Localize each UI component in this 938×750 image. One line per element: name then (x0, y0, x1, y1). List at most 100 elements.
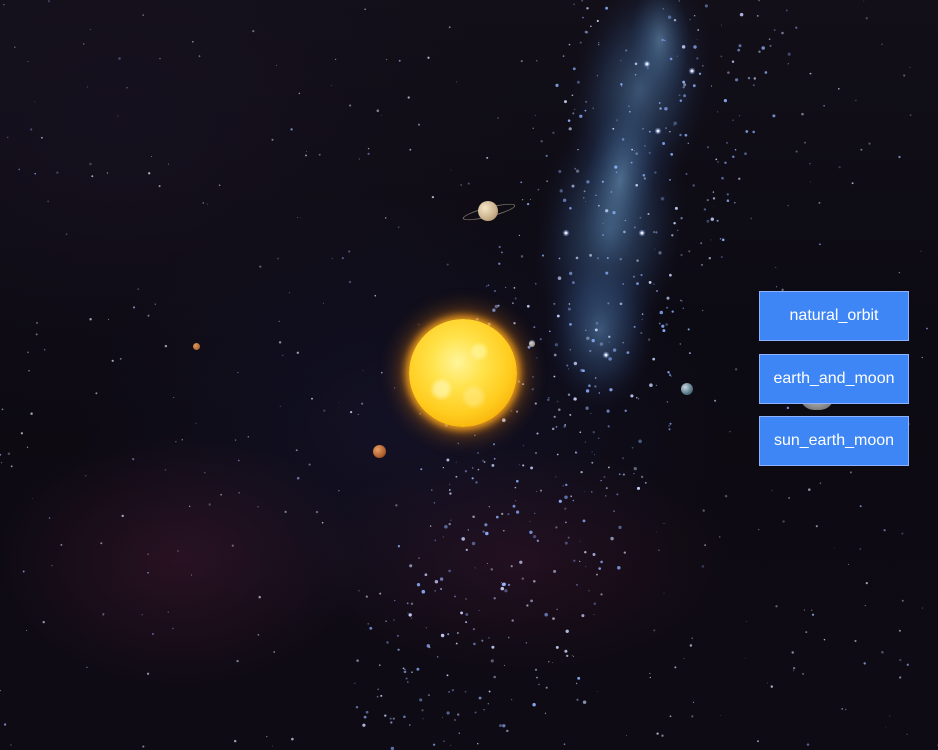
star (734, 78, 739, 82)
star (558, 408, 561, 411)
star (330, 84, 333, 87)
star (117, 115, 119, 117)
star (487, 703, 489, 705)
planet-icon[interactable] (193, 343, 200, 350)
star (664, 39, 666, 42)
star (670, 375, 672, 377)
star (338, 490, 340, 492)
star (631, 446, 634, 449)
star (564, 231, 568, 235)
star (467, 182, 470, 185)
star (419, 412, 422, 415)
star (644, 145, 646, 147)
star (668, 178, 672, 181)
star (649, 672, 651, 674)
star (586, 336, 590, 341)
natural-orbit-button[interactable]: natural_orbit (759, 291, 909, 341)
star (648, 151, 651, 155)
star (10, 744, 12, 746)
planet-icon[interactable] (373, 445, 386, 458)
star (534, 114, 537, 116)
star (357, 413, 360, 416)
star (545, 154, 548, 158)
star (545, 686, 548, 689)
star (276, 64, 278, 66)
star (448, 690, 451, 693)
star (483, 709, 485, 711)
star (192, 40, 194, 43)
star (579, 431, 582, 434)
star (448, 26, 451, 29)
star (634, 62, 638, 66)
planet-icon[interactable] (529, 341, 535, 347)
star (478, 696, 482, 700)
ringed-planet-icon[interactable] (478, 201, 498, 221)
star (581, 614, 585, 618)
star (207, 203, 209, 205)
star (89, 162, 92, 166)
star (599, 342, 604, 346)
star (455, 461, 457, 463)
star (622, 473, 625, 476)
star (552, 662, 554, 664)
star (424, 573, 428, 577)
star (690, 69, 694, 73)
star (446, 711, 450, 715)
earth-and-moon-button[interactable]: earth_and_moon (759, 353, 909, 404)
sun-icon[interactable] (409, 319, 517, 427)
star (689, 644, 693, 647)
star (626, 734, 628, 736)
star (397, 648, 400, 651)
star (726, 199, 730, 202)
star (477, 452, 479, 454)
star (883, 529, 886, 532)
star (909, 66, 911, 68)
star (30, 412, 33, 415)
star (656, 732, 659, 735)
star (385, 620, 387, 622)
star (667, 15, 672, 19)
star (501, 251, 503, 254)
star (781, 31, 784, 35)
star (385, 58, 388, 61)
star (465, 598, 467, 600)
star (769, 44, 772, 47)
star (851, 182, 854, 185)
star (514, 297, 517, 300)
star (610, 191, 612, 193)
star (394, 600, 396, 602)
star (0, 689, 1, 692)
star (441, 716, 444, 719)
star (756, 15, 759, 17)
star (473, 642, 476, 646)
star (291, 737, 294, 741)
star (745, 130, 749, 133)
star (637, 398, 640, 400)
star (647, 67, 649, 69)
star (921, 607, 923, 609)
star (576, 80, 580, 84)
star (208, 503, 211, 506)
space-scene-canvas[interactable]: natural_orbit earth_and_moon sun_earth_m… (0, 0, 938, 750)
star (625, 49, 628, 52)
star (457, 632, 459, 634)
star (634, 73, 637, 76)
star (589, 349, 592, 353)
star (365, 595, 368, 598)
star (394, 387, 396, 389)
star (572, 499, 575, 502)
star (568, 43, 571, 46)
star (899, 676, 902, 679)
star (548, 661, 550, 663)
earth-icon[interactable] (681, 383, 693, 395)
star (10, 465, 13, 468)
star (357, 589, 360, 592)
star (500, 581, 502, 583)
star (473, 434, 476, 437)
star (582, 519, 586, 523)
star (348, 250, 351, 253)
star (631, 148, 633, 151)
sun-earth-moon-button[interactable]: sun_earth_moon (759, 416, 909, 466)
star (258, 595, 261, 599)
star (567, 536, 570, 539)
